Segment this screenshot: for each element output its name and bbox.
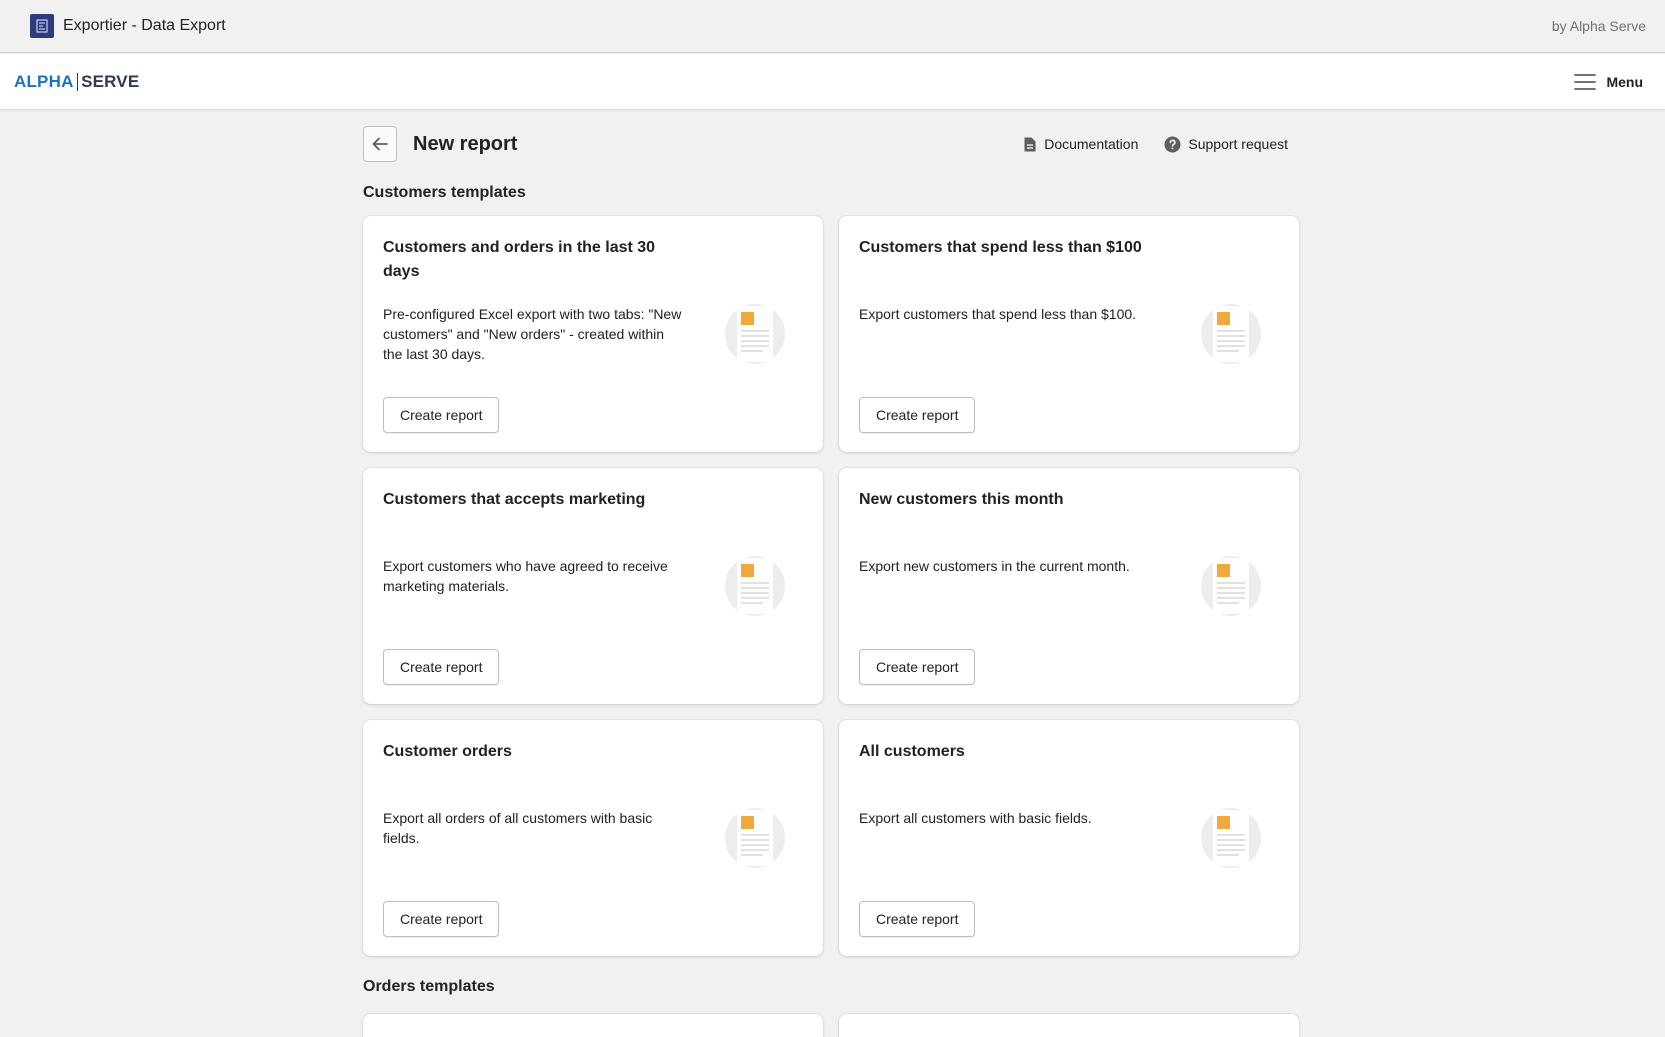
back-button[interactable] <box>363 126 397 162</box>
customers-templates-heading: Customers templates <box>363 184 526 201</box>
template-card <box>363 1014 823 1037</box>
report-illustration-icon <box>1201 304 1261 364</box>
documentation-link[interactable]: Documentation <box>1023 136 1138 153</box>
card-description: Export all orders of all customers with … <box>383 810 653 846</box>
report-illustration-icon <box>725 808 785 868</box>
documentation-label: Documentation <box>1044 136 1139 152</box>
top-navbar: ALPHA SERVE Menu <box>0 54 1665 110</box>
customers-templates-grid: Customers and orders in the last 30 days… <box>363 216 1299 956</box>
support-request-label: Support request <box>1188 136 1288 152</box>
orders-templates-grid <box>363 1014 1299 1037</box>
report-illustration-icon <box>1201 808 1261 868</box>
card-description: Export new customers in the current mont… <box>859 558 1130 574</box>
question-circle-icon <box>1164 136 1181 152</box>
card-title: Customers that accepts marketing <box>383 491 646 508</box>
orders-templates-heading: Orders templates <box>363 978 495 995</box>
template-card <box>839 1014 1299 1037</box>
create-report-button[interactable]: Create report <box>859 901 976 937</box>
create-report-button[interactable]: Create report <box>383 649 500 685</box>
create-report-button[interactable]: Create report <box>859 649 976 685</box>
app-vendor: by Alpha Serve <box>1551 18 1646 34</box>
page-header: New report Documentation Support request <box>363 110 1299 178</box>
card-description: Export customers who have agreed to rece… <box>383 558 668 594</box>
exportier-app-icon <box>30 14 54 38</box>
card-title: All customers <box>859 743 965 760</box>
card-title: New customers this month <box>859 491 1064 508</box>
card-title: Customers and orders in the last 30 days <box>383 239 656 280</box>
hamburger-icon <box>1574 73 1597 90</box>
card-description: Pre-configured Excel export with two tab… <box>383 306 682 362</box>
card-description: Export all customers with basic fields. <box>859 810 1092 826</box>
document-icon <box>1024 137 1036 151</box>
template-card: Customers that accepts marketing Export … <box>363 468 823 704</box>
template-card: Customers and orders in the last 30 days… <box>363 216 823 452</box>
app-title: Exportier - Data Export <box>63 17 226 34</box>
arrow-left-icon <box>372 137 388 151</box>
template-card: Customers that spend less than $100 Expo… <box>839 216 1299 452</box>
template-card: Customer orders Export all orders of all… <box>363 720 823 956</box>
alpha-serve-logo[interactable]: ALPHA SERVE <box>14 72 139 92</box>
card-title: Customers that spend less than $100 <box>859 239 1142 256</box>
card-title: Customer orders <box>383 743 512 760</box>
create-report-button[interactable]: Create report <box>383 397 500 433</box>
brand-divider <box>76 72 79 91</box>
card-description: Export customers that spend less than $1… <box>859 306 1137 322</box>
main-content: New report Documentation Support request… <box>363 110 1299 1037</box>
header-links: Documentation Support request <box>1023 136 1288 153</box>
report-illustration-icon <box>725 304 785 364</box>
brand-part-serve: SERVE <box>81 71 140 91</box>
template-card: New customers this month Export new cust… <box>839 468 1299 704</box>
create-report-button[interactable]: Create report <box>859 397 976 433</box>
brand-part-alpha: ALPHA <box>14 71 74 91</box>
page-title: New report <box>413 132 518 155</box>
support-request-link[interactable]: Support request <box>1164 136 1288 153</box>
template-card: All customers Export all customers with … <box>839 720 1299 956</box>
report-illustration-icon <box>1201 556 1261 616</box>
report-illustration-icon <box>725 556 785 616</box>
app-bar: Exportier - Data Export by Alpha Serve <box>0 0 1665 53</box>
menu-label: Menu <box>1606 73 1643 90</box>
menu-button[interactable]: Menu <box>1574 73 1643 91</box>
create-report-button[interactable]: Create report <box>383 901 500 937</box>
